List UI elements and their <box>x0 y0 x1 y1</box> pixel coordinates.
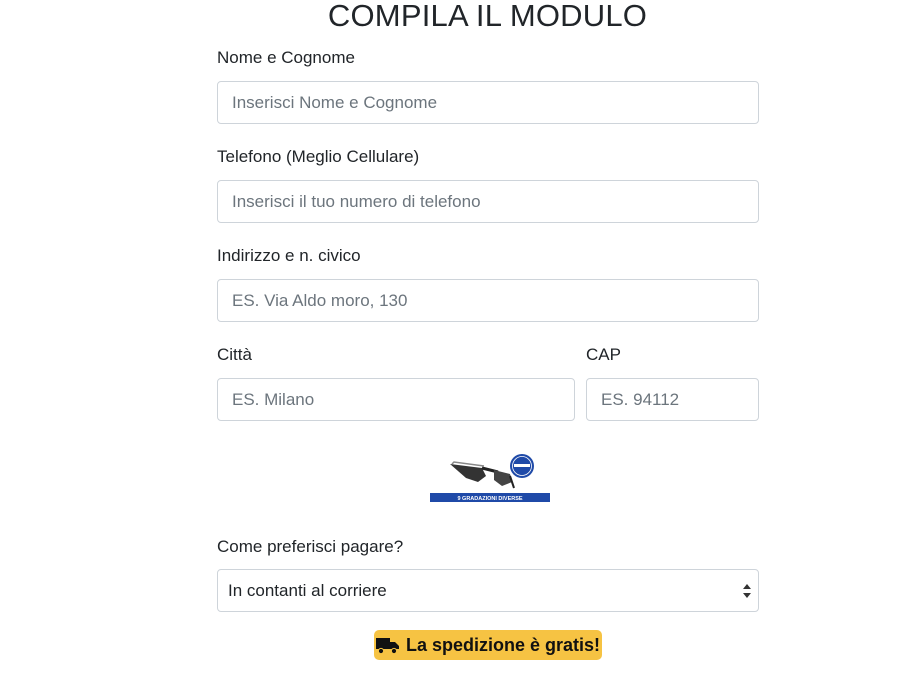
name-label: Nome e Cognome <box>217 48 355 67</box>
free-shipping-text: La spedizione è gratis! <box>405 634 601 655</box>
phone-input[interactable] <box>217 180 759 223</box>
payment-selected-value: In contanti al corriere <box>228 580 387 600</box>
phone-label: Telefono (Meglio Cellulare) <box>217 147 420 166</box>
free-shipping-badge: La spedizione è gratis! <box>374 630 602 660</box>
payment-select[interactable]: In contanti al corriere <box>217 569 759 612</box>
cap-input[interactable] <box>586 378 759 421</box>
product-caption: 9 GRADAZIONI DIVERSE <box>457 496 522 502</box>
truck-icon <box>375 638 399 654</box>
cap-label: CAP <box>586 345 621 364</box>
select-arrows-icon <box>743 584 751 598</box>
guarantee-seal-icon <box>510 454 534 478</box>
payment-label: Come preferisci pagare? <box>217 537 404 556</box>
product-image: 9 GRADAZIONI DIVERSE <box>430 452 550 504</box>
page-title: COMPILA IL MODULO <box>327 0 648 33</box>
glasses-icon <box>450 461 515 489</box>
address-input[interactable] <box>217 279 759 322</box>
name-input[interactable] <box>217 81 759 124</box>
address-label: Indirizzo e n. civico <box>217 246 361 265</box>
city-input[interactable] <box>217 378 575 421</box>
city-label: Città <box>217 345 252 364</box>
